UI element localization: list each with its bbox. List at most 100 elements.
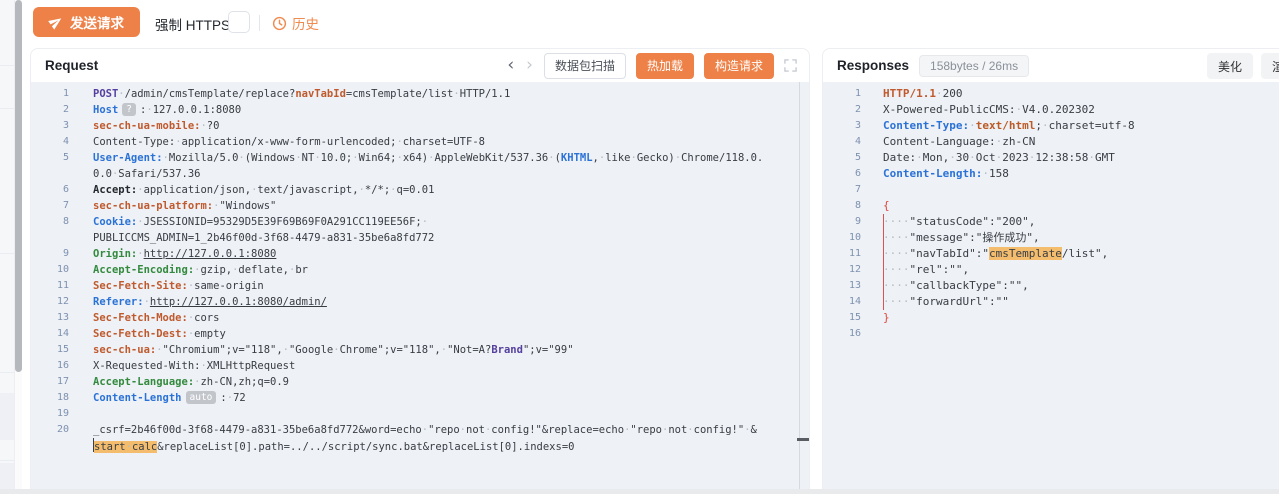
code-line[interactable]: 6Content-Length:·158 <box>823 166 1279 182</box>
code-line[interactable]: 3sec-ch-ua-mobile:·?0 <box>31 118 809 134</box>
token: Date:·Mon,·30·Oct·2023·12:38:58·GMT <box>883 151 1115 164</box>
token: { <box>883 199 890 212</box>
code-line[interactable]: 13Sec-Fetch-Mode:·cors <box>31 310 809 326</box>
line-content: Referer:·http://127.0.0.1:8080/admin/ <box>93 294 327 310</box>
force-https-toggle[interactable] <box>228 11 250 33</box>
build-request-button[interactable]: 构造请求 <box>704 53 774 79</box>
url-link[interactable]: http://127.0.0.1:8080 <box>144 248 277 260</box>
code-line[interactable]: 11Sec-Fetch-Site:·same-origin <box>31 278 809 294</box>
packet-scan-button[interactable]: 数据包扫描 <box>544 53 626 79</box>
code-line[interactable]: 1HTTP/1.1·200 <box>823 86 1279 102</box>
code-line[interactable]: 16 <box>823 326 1279 342</box>
code-line[interactable]: 18Content-Lengthauto:·72 <box>31 390 809 406</box>
code-line[interactable]: 15} <box>823 310 1279 326</box>
code-line[interactable]: 5User-Agent:·Mozilla/5.0·(Windows·NT·10.… <box>31 150 809 166</box>
line-number: 12 <box>823 262 869 278</box>
line-number: 7 <box>823 182 869 198</box>
code-line[interactable]: 12Referer:·http://127.0.0.1:8080/admin/ <box>31 294 809 310</box>
token: KHTML <box>561 152 593 164</box>
token: ;·charset=utf-8 <box>1035 119 1134 132</box>
code-line[interactable]: 10 ····"message":"操作成功", <box>823 230 1279 246</box>
code-line[interactable]: 5Date:·Mon,·30·Oct·2023·12:38:58·GMT <box>823 150 1279 166</box>
chevron-right-icon[interactable]: › <box>525 57 534 74</box>
request-editor[interactable]: 1POST·/admin/cmsTemplate/replace?navTabI… <box>31 82 809 493</box>
code-line[interactable]: 13····"callbackType":"", <box>823 278 1279 294</box>
token: ·cors <box>188 312 220 324</box>
response-header-actions: 美化 渲染 <box>1207 53 1279 79</box>
token: ·/admin/cmsTemplate/replace? <box>118 88 295 100</box>
code-line[interactable]: 16X-Requested-With:·XMLHttpRequest <box>31 358 809 374</box>
horizontal-scrollbar[interactable] <box>0 489 1279 494</box>
list-item <box>0 393 14 440</box>
line-number: 8 <box>31 214 77 230</box>
response-panel-title: Responses <box>837 58 909 73</box>
code-line[interactable]: 10Accept-Encoding:·gzip,·deflate,·br <box>31 262 809 278</box>
token: ····"callbackType":"", <box>883 279 1029 292</box>
code-line[interactable]: 7sec-ch-ua-platform:·"Windows" <box>31 198 809 214</box>
url-link[interactable]: http://127.0.0.1:8080/admin/ <box>150 296 327 308</box>
highlighted-text: cmsTemplate <box>989 247 1062 260</box>
line-content: Content-Type:·text/html;·charset=utf-8 <box>883 118 1135 134</box>
code-line[interactable]: 1POST·/admin/cmsTemplate/replace?navTabI… <box>31 86 809 102</box>
history-button[interactable]: 历史 <box>272 13 319 33</box>
beautify-button[interactable]: 美化 <box>1207 53 1253 79</box>
line-number <box>31 230 77 246</box>
editor-overview-mark <box>797 438 809 441</box>
token: PUBLICCMS_ADMIN=1_2b46f00d-3f68-4479-a83… <box>93 232 434 244</box>
code-line[interactable]: 14Sec-Fetch-Dest:·empty <box>31 326 809 342</box>
code-line[interactable]: 7 <box>823 182 1279 198</box>
chevron-left-icon[interactable]: ‹ <box>506 57 515 74</box>
line-number: 9 <box>823 214 869 230</box>
token: ····"message":"操作成功", <box>883 231 1040 244</box>
line-number: 9 <box>31 246 77 262</box>
token: _csrf=2b46f00d-3f68-4479-a831-35be6a8fd7… <box>93 424 757 436</box>
code-line[interactable]: 12 ····"rel":"", <box>823 262 1279 278</box>
line-number: 3 <box>31 118 77 134</box>
code-line[interactable]: 6Accept:·application/json,·text/javascri… <box>31 182 809 198</box>
render-button[interactable]: 渲染 <box>1261 53 1279 79</box>
line-number: 2 <box>31 102 77 118</box>
token: Accept-Language: <box>93 376 194 388</box>
token: ····"rel":"", <box>883 263 969 276</box>
code-line[interactable]: 0.0·Safari/537.36 <box>31 166 809 182</box>
line-content: 0.0·Safari/537.36 <box>93 166 200 182</box>
code-line[interactable]: 17Accept-Language:·zh-CN,zh;q=0.9 <box>31 374 809 390</box>
code-line[interactable]: 19 <box>31 406 809 422</box>
line-content: X-Powered-PublicCMS:·V4.0.202302 <box>883 102 1095 118</box>
line-number: 19 <box>31 406 77 422</box>
send-request-button[interactable]: 发送请求 <box>33 7 140 37</box>
vertical-scrollbar-thumb[interactable] <box>15 0 22 372</box>
editor-scrollbar-track[interactable] <box>799 82 800 493</box>
code-line[interactable]: start·calc&replaceList[0].path=../../scr… <box>31 438 809 454</box>
token: ·empty <box>188 328 226 340</box>
code-line[interactable]: 2X-Powered-PublicCMS:·V4.0.202302 <box>823 102 1279 118</box>
line-content: ····"message":"操作成功", <box>883 230 1040 246</box>
code-line[interactable]: 14····"forwardUrl":"" <box>823 294 1279 310</box>
code-line[interactable]: 9····"statusCode":"200", <box>823 214 1279 230</box>
token: ·200 <box>936 87 963 100</box>
paper-plane-icon <box>46 12 65 31</box>
code-line[interactable]: 4Content-Language:·zh-CN <box>823 134 1279 150</box>
token: Sec-Fetch-Dest: <box>93 328 188 340</box>
code-line[interactable]: 15sec-ch-ua:·"Chromium";v="118",·"Google… <box>31 342 809 358</box>
line-number: 10 <box>823 230 869 246</box>
code-line[interactable]: 4Content-Type:·application/x-www-form-ur… <box>31 134 809 150</box>
response-editor[interactable]: 1HTTP/1.1·2002X-Powered-PublicCMS:·V4.0.… <box>823 82 1279 493</box>
code-line[interactable]: 11····"navTabId":"cmsTemplate/list", <box>823 246 1279 262</box>
line-number: 16 <box>31 358 77 374</box>
token: Content-Type:·application/x-www-form-url… <box>93 136 485 148</box>
code-line[interactable]: 3Content-Type:·text/html;·charset=utf-8 <box>823 118 1279 134</box>
code-line[interactable]: 8{ <box>823 198 1279 214</box>
code-line[interactable]: 20_csrf=2b46f00d-3f68-4479-a831-35be6a8f… <box>31 422 809 438</box>
code-line[interactable]: 2Host?:·127.0.0.1:8080 <box>31 102 809 118</box>
divider <box>259 15 260 31</box>
token: } <box>883 311 890 324</box>
fullscreen-icon[interactable] <box>784 59 797 72</box>
app-window: 发送请求 强制 HTTPS 历史 Request ‹ › 数据包扫描 热加载 构… <box>0 0 1279 494</box>
code-line[interactable]: 8Cookie:·JSESSIONID=95329D5E39F69B69F0A2… <box>31 214 809 230</box>
code-line[interactable]: PUBLICCMS_ADMIN=1_2b46f00d-3f68-4479-a83… <box>31 230 809 246</box>
code-line[interactable]: 9Origin:·http://127.0.0.1:8080 <box>31 246 809 262</box>
token: ····"navTabId":" <box>883 247 989 260</box>
request-panel-title: Request <box>45 58 98 73</box>
hot-reload-button[interactable]: 热加载 <box>636 53 694 79</box>
